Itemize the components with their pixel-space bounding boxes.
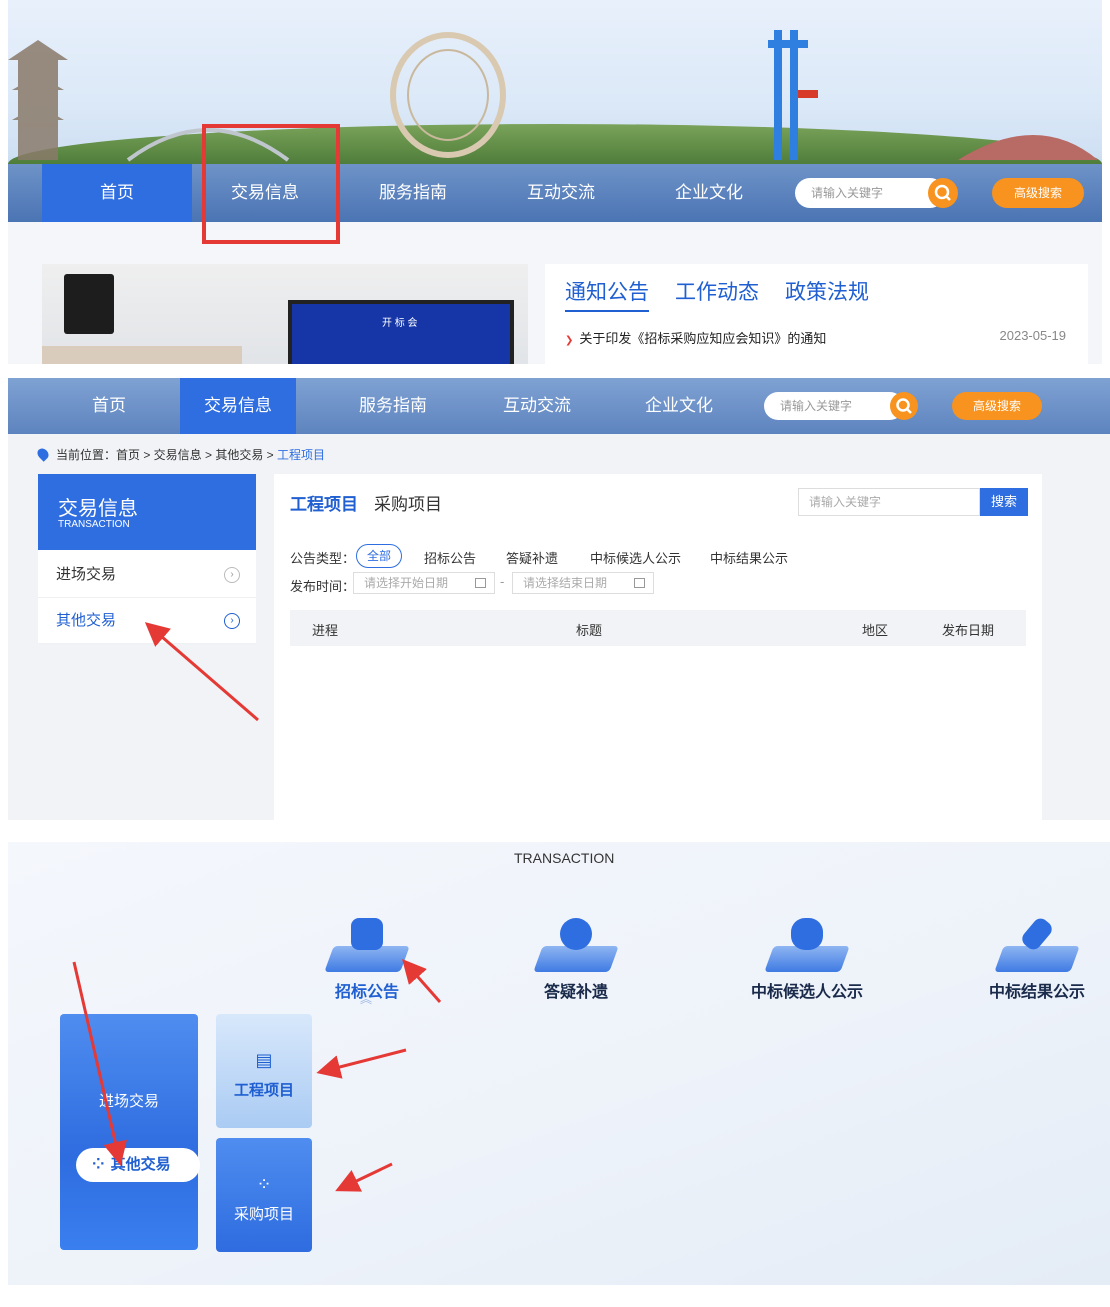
- news-panel: 通知公告 工作动态 政策法规 ❯ 关于印发《招标采购应知应会知识》的通知 2023…: [545, 264, 1088, 364]
- filter-clarification[interactable]: 答疑补遗: [506, 548, 558, 567]
- search-input[interactable]: 请输入关键字: [795, 178, 945, 208]
- photo-foreground: [42, 346, 242, 364]
- news-item-date: 2023-05-19: [999, 328, 1067, 343]
- section-heading: TRANSACTION: [514, 850, 615, 866]
- col-region: 地区: [862, 623, 889, 638]
- date-separator: -: [500, 574, 505, 589]
- nav-corporate-culture[interactable]: 企业文化: [634, 164, 784, 222]
- notice-type-label: 公告类型：: [290, 551, 356, 566]
- sidebar-item-other-trading[interactable]: 其他交易 ›: [38, 598, 256, 644]
- sidebar-title: 交易信息: [58, 498, 138, 520]
- grid-icon: ⁘: [92, 1156, 105, 1173]
- sidebar: 交易信息 TRANSACTION 进场交易 › 其他交易 ›: [38, 474, 256, 644]
- col-title: 标题: [576, 623, 603, 638]
- homepage-screenshot: 首页 交易信息 服务指南 互动交流 企业文化 请输入关键字 高级搜索 开 标 会…: [8, 0, 1102, 364]
- nav-home[interactable]: 首页: [34, 378, 184, 434]
- tab-engineering-projects[interactable]: 工程项目: [290, 490, 358, 515]
- tab-procurement-projects[interactable]: 采购项目: [374, 490, 442, 515]
- calendar-icon: [475, 578, 486, 588]
- sidebar-header: 交易信息 TRANSACTION: [38, 474, 256, 550]
- category-result-publicity[interactable]: 中标结果公示: [972, 915, 1102, 1002]
- chevron-right-icon: ›: [224, 567, 240, 583]
- news-item-title[interactable]: 关于印发《招标采购应知应会知识》的通知: [579, 331, 826, 346]
- main-nav-bar: 首页 交易信息 服务指南 互动交流 企业文化 请输入关键字 高级搜索: [8, 378, 1110, 434]
- users-icon: [764, 916, 850, 972]
- search-button[interactable]: 搜索: [980, 488, 1028, 516]
- nav-interaction[interactable]: 互动交流: [486, 164, 636, 222]
- table-header: 进程 标题 地区 发布日期: [290, 610, 1026, 646]
- start-date-input[interactable]: 请选择开始日期: [353, 572, 495, 594]
- card-label: 进场交易: [98, 1093, 159, 1110]
- nav-home[interactable]: 首页: [42, 164, 192, 222]
- tab-policies[interactable]: 政策法规: [785, 276, 869, 306]
- filter-result-publicity[interactable]: 中标结果公示: [710, 548, 788, 567]
- transaction-list-screenshot: 首页 交易信息 服务指南 互动交流 企业文化 请输入关键字 高级搜索 当前位置：…: [8, 378, 1110, 820]
- button-label: 其他交易: [110, 1156, 171, 1173]
- end-date-input[interactable]: 请选择结束日期: [512, 572, 654, 594]
- keyword-input[interactable]: 请输入关键字: [798, 488, 980, 516]
- start-date-placeholder: 请选择开始日期: [364, 576, 449, 590]
- filter-tender-notice[interactable]: 招标公告: [424, 548, 476, 567]
- breadcrumb: 当前位置：首页 > 交易信息 > 其他交易 > 工程项目: [35, 446, 326, 463]
- breadcrumb-current: 工程项目: [277, 448, 326, 462]
- nav-service-guide[interactable]: 服务指南: [318, 378, 468, 434]
- search-icon: [896, 398, 912, 414]
- speaker-image: [64, 274, 114, 334]
- filter-candidate-publicity[interactable]: 中标候选人公示: [590, 548, 681, 567]
- tile-label: 采购项目: [233, 1206, 294, 1223]
- news-photo: 开 标 会: [42, 264, 528, 364]
- engineering-project-tile[interactable]: ▤ 工程项目: [216, 1014, 312, 1128]
- search-button[interactable]: [928, 178, 958, 208]
- end-date-placeholder: 请选择结束日期: [523, 576, 608, 590]
- onsite-trading-card[interactable]: 进场交易: [60, 1014, 198, 1250]
- search-button[interactable]: [890, 392, 918, 420]
- screen-image: 开 标 会: [288, 300, 514, 364]
- gavel-icon: [994, 915, 1080, 972]
- category-label: 答疑补遗: [543, 984, 608, 1001]
- nav-transaction-info[interactable]: 交易信息: [180, 378, 296, 434]
- sidebar-subtitle: TRANSACTION: [58, 519, 130, 530]
- chevron-right-icon: ›: [224, 613, 240, 629]
- col-publish-date: 发布日期: [942, 623, 995, 638]
- search-icon: [934, 184, 951, 201]
- transaction-home-screenshot: TRANSACTION 招标公告 ︽ 答疑补遗 中标候选人公示 中标结果公示 进…: [8, 842, 1110, 1285]
- main-nav-bar: 首页 交易信息 服务指南 互动交流 企业文化 请输入关键字 高级搜索: [8, 164, 1102, 222]
- grid-icon: ⁘: [256, 1174, 272, 1194]
- landmark-illustration: [8, 30, 1098, 162]
- tab-work-news[interactable]: 工作动态: [675, 276, 759, 306]
- server-icon: ▤: [255, 1050, 273, 1070]
- content-panel: 工程项目 采购项目 请输入关键字 搜索 公告类型： 全部 招标公告 答疑补遗 中…: [274, 474, 1042, 820]
- col-progress: 进程: [312, 623, 339, 638]
- news-item[interactable]: ❯ 关于印发《招标采购应知应会知识》的通知: [565, 328, 826, 347]
- city-banner: 首页 交易信息 服务指南 互动交流 企业文化 请输入关键字 高级搜索: [8, 0, 1102, 222]
- category-label: 中标候选人公示: [750, 984, 863, 1001]
- sidebar-item-label: 进场交易: [56, 566, 117, 583]
- document-icon: [324, 916, 410, 972]
- location-pin-icon: [35, 446, 51, 462]
- filter-all[interactable]: 全部: [356, 544, 402, 568]
- nav-corporate-culture[interactable]: 企业文化: [604, 378, 754, 434]
- nav-service-guide[interactable]: 服务指南: [338, 164, 488, 222]
- sidebar-item-onsite-trading[interactable]: 进场交易 ›: [38, 552, 256, 598]
- chevron-up-icon: ︽: [360, 992, 373, 1006]
- procurement-project-tile[interactable]: ⁘ 采购项目: [216, 1138, 312, 1252]
- sidebar-item-label: 其他交易: [56, 612, 117, 629]
- nav-interaction[interactable]: 互动交流: [462, 378, 612, 434]
- chat-icon: [533, 916, 619, 972]
- bullet-icon: ❯: [565, 335, 574, 346]
- category-label: 中标结果公示: [988, 984, 1085, 1001]
- category-clarification[interactable]: 答疑补遗: [516, 916, 636, 1002]
- category-candidate-publicity[interactable]: 中标候选人公示: [742, 916, 872, 1002]
- breadcrumb-path[interactable]: 当前位置：首页 > 交易信息 > 其他交易 >: [56, 448, 277, 462]
- tile-label: 工程项目: [233, 1082, 294, 1099]
- calendar-icon: [634, 578, 645, 588]
- screen-caption: 开 标 会: [382, 318, 418, 329]
- publish-time-label: 发布时间：: [290, 579, 356, 594]
- advanced-search-button[interactable]: 高级搜索: [992, 178, 1084, 208]
- advanced-search-button[interactable]: 高级搜索: [952, 392, 1042, 420]
- tab-notices[interactable]: 通知公告: [565, 276, 649, 312]
- search-input[interactable]: 请输入关键字: [764, 392, 904, 420]
- other-trading-button[interactable]: ⁘ 其他交易: [76, 1148, 200, 1182]
- highlight-box: [202, 124, 340, 244]
